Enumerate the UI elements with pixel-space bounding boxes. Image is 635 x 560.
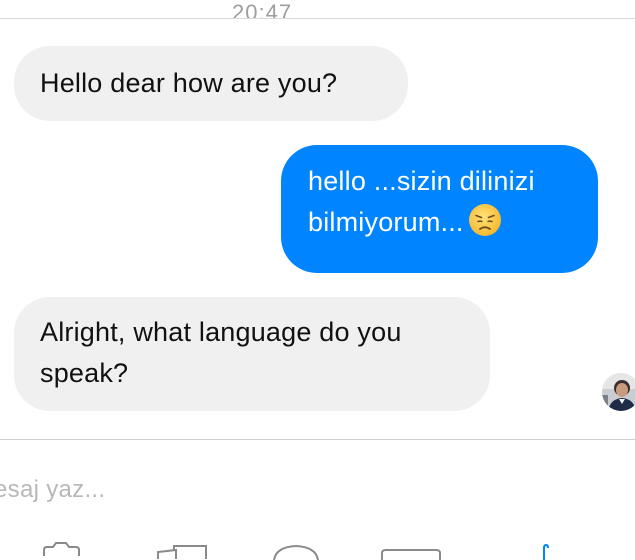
message-text-line-with-emoji: bilmiyorum...: [308, 202, 572, 243]
message-text: Hello dear how are you?: [40, 68, 338, 98]
mic-icon[interactable]: [540, 544, 556, 560]
timestamp-bar: 20:47: [0, 0, 635, 19]
message-bubble-incoming[interactable]: Alright, what language do you speak?: [14, 297, 490, 411]
gallery-icon[interactable]: [156, 544, 208, 560]
message-timestamp: 20:47: [232, 0, 293, 19]
message-input[interactable]: [0, 470, 594, 510]
message-text-line: Alright, what language do you: [40, 317, 402, 347]
avatar: [602, 373, 635, 411]
message-bubble-incoming[interactable]: Hello dear how are you?: [14, 46, 408, 121]
seen-avatar[interactable]: [602, 373, 635, 411]
sticker-icon[interactable]: [270, 544, 322, 560]
message-text-line: hello ...sizin dilinizi: [308, 166, 535, 196]
message-bubble-outgoing[interactable]: hello ...sizin dilinizi bilmiyorum...: [281, 145, 598, 273]
gif-icon[interactable]: [380, 548, 442, 560]
composer: [0, 440, 635, 560]
disappointed-face-icon: [468, 204, 501, 236]
message-text-line: speak?: [40, 358, 129, 388]
message-text-line: bilmiyorum...: [308, 207, 464, 237]
camera-icon[interactable]: [42, 540, 82, 560]
